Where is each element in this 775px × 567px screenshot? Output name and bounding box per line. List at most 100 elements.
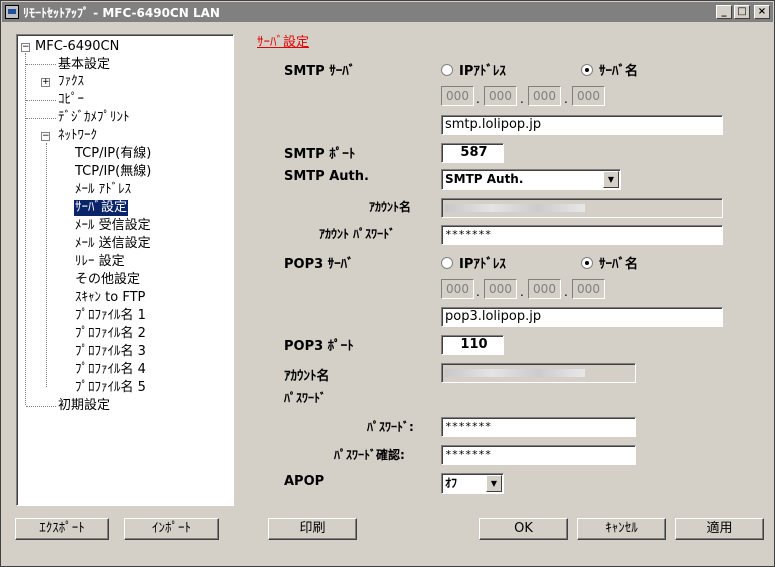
- tree-item-copy[interactable]: ｺﾋﾟｰ: [57, 92, 85, 108]
- ip-separator: .: [476, 92, 480, 106]
- tree-item-profile-2[interactable]: ﾌﾟﾛﾌｧｲﾙ名 2: [74, 326, 147, 342]
- pop3-password-heading: ﾊﾟｽﾜｰﾄﾞ: [284, 391, 327, 405]
- smtp-ip-octet-1[interactable]: 000: [441, 86, 474, 106]
- pop3-server-name-input[interactable]: pop3.lolipop.jp: [441, 307, 723, 327]
- smtp-auth-value: SMTP Auth.: [445, 172, 524, 186]
- tree-item-scan-to-ftp[interactable]: ｽｷｬﾝ to FTP: [74, 290, 146, 306]
- radio-label: IPｱﾄﾞﾚｽ: [459, 257, 506, 272]
- tree-item-profile-3[interactable]: ﾌﾟﾛﾌｧｲﾙ名 3: [74, 344, 147, 360]
- maximize-button[interactable]: □: [734, 5, 750, 19]
- radio-checked-icon: [581, 63, 593, 76]
- title-bar[interactable]: ﾘﾓｰﾄｾｯﾄｱｯﾌﾟ - MFC-6490CN LAN _ □ ×: [2, 2, 773, 22]
- tree-item-mail-address[interactable]: ﾒｰﾙ ｱﾄﾞﾚｽ: [74, 182, 132, 198]
- tree-item-tcpip-wired[interactable]: TCP/IP(有線): [74, 146, 152, 162]
- tree-connector: [25, 53, 26, 405]
- cancel-button[interactable]: ｷｬﾝｾﾙ: [577, 518, 666, 540]
- smtp-radio-ip[interactable]: IPｱﾄﾞﾚｽ: [441, 60, 506, 79]
- tree-connector: [26, 64, 56, 65]
- pop3-server-label: POP3 ｻｰﾊﾞ: [284, 257, 354, 272]
- smtp-password-label: ｱｶｳﾝﾄ ﾊﾟｽﾜｰﾄﾞ: [319, 227, 396, 241]
- tree-item-profile-5[interactable]: ﾌﾟﾛﾌｧｲﾙ名 5: [74, 380, 147, 396]
- pop3-password-input[interactable]: *******: [441, 417, 636, 437]
- pop3-port-label: POP3 ﾎﾟｰﾄ: [284, 339, 354, 354]
- tree-item-basic[interactable]: 基本設定: [57, 57, 111, 73]
- tree-item-initial-setup[interactable]: 初期設定: [57, 398, 111, 414]
- radio-label: IPｱﾄﾞﾚｽ: [459, 64, 506, 79]
- tree-item-profile-1[interactable]: ﾌﾟﾛﾌｧｲﾙ名 1: [74, 308, 147, 324]
- export-button[interactable]: ｴｸｽﾎﾟｰﾄ: [15, 518, 109, 540]
- pop3-radio-server-name[interactable]: ｻｰﾊﾞ名: [581, 253, 638, 272]
- ip-separator: .: [476, 285, 480, 299]
- collapse-network-icon[interactable]: −: [41, 132, 50, 141]
- smtp-port-input[interactable]: 587: [441, 143, 504, 163]
- window-title: ﾘﾓｰﾄｾｯﾄｱｯﾌﾟ - MFC-6490CN LAN: [23, 5, 220, 20]
- smtp-account-label: ｱｶｳﾝﾄ名: [369, 200, 412, 214]
- smtp-server-name-input[interactable]: smtp.lolipop.jp: [441, 115, 723, 135]
- smtp-server-label: SMTP ｻｰﾊﾞ: [284, 64, 356, 79]
- smtp-port-label: SMTP ﾎﾟｰﾄ: [284, 147, 356, 162]
- ip-separator: .: [564, 92, 568, 106]
- apop-label: APOP: [284, 474, 325, 489]
- smtp-ip-octet-4[interactable]: 000: [572, 86, 605, 106]
- redacted-account-name: [445, 369, 585, 377]
- pop3-radio-ip[interactable]: IPｱﾄﾞﾚｽ: [441, 253, 506, 272]
- tree-item-photocapture[interactable]: ﾃﾞｼﾞｶﾒﾌﾟﾘﾝﾄ: [57, 110, 131, 126]
- remote-setup-window: ﾘﾓｰﾄｾｯﾄｱｯﾌﾟ - MFC-6490CN LAN _ □ × − MFC…: [0, 0, 775, 567]
- smtp-auth-label: SMTP Auth.: [284, 169, 369, 184]
- import-button[interactable]: ｲﾝﾎﾟｰﾄ: [124, 518, 219, 540]
- redacted-account-name: [445, 204, 585, 212]
- tree-connector: [26, 406, 56, 407]
- radio-unchecked-icon: [441, 63, 453, 76]
- pop3-port-input[interactable]: 110: [441, 335, 504, 355]
- pop3-ip-octet-4[interactable]: 000: [572, 279, 605, 299]
- smtp-ip-octet-2[interactable]: 000: [484, 86, 517, 106]
- expand-fax-icon[interactable]: +: [41, 78, 50, 87]
- pop3-password-label: ﾊﾟｽﾜｰﾄﾞ:: [367, 420, 414, 434]
- radio-unchecked-icon: [441, 256, 453, 269]
- close-button[interactable]: ×: [754, 5, 770, 19]
- tree-item-misc[interactable]: その他設定: [74, 272, 141, 288]
- radio-checked-icon: [581, 256, 593, 269]
- radio-label: ｻｰﾊﾞ名: [599, 64, 639, 79]
- settings-tree[interactable]: − MFC-6490CN 基本設定 + ﾌｧｸｽ ｺﾋﾟｰ ﾃﾞｼﾞｶﾒﾌﾟﾘﾝ…: [16, 34, 234, 506]
- apop-select[interactable]: ｵﾌ ▼: [441, 473, 504, 494]
- ip-separator: .: [520, 285, 524, 299]
- apply-button[interactable]: 適用: [675, 518, 764, 540]
- pop3-ip-octet-1[interactable]: 000: [441, 279, 474, 299]
- pop3-ip-octet-3[interactable]: 000: [528, 279, 561, 299]
- tree-item-mail-receive[interactable]: ﾒｰﾙ 受信設定: [74, 218, 152, 234]
- smtp-radio-server-name[interactable]: ｻｰﾊﾞ名: [581, 60, 638, 79]
- ip-separator: .: [520, 92, 524, 106]
- section-title: ｻｰﾊﾞ設定: [257, 35, 310, 50]
- dropdown-arrow-icon[interactable]: ▼: [486, 475, 502, 492]
- tree-item-tcpip-wireless[interactable]: TCP/IP(無線): [74, 164, 152, 180]
- pop3-ip-octet-2[interactable]: 000: [484, 279, 517, 299]
- smtp-auth-select[interactable]: SMTP Auth. ▼: [441, 169, 621, 190]
- printer-app-icon: [5, 5, 19, 19]
- ok-button[interactable]: OK: [479, 518, 568, 540]
- ip-separator: .: [564, 285, 568, 299]
- pop3-account-label: ｱｶｳﾝﾄ名: [284, 369, 330, 384]
- tree-root-device[interactable]: MFC-6490CN: [34, 39, 120, 55]
- tree-connector: [46, 143, 47, 387]
- tree-item-profile-4[interactable]: ﾌﾟﾛﾌｧｲﾙ名 4: [74, 362, 147, 378]
- minimize-button[interactable]: _: [716, 5, 732, 19]
- tree-item-fax[interactable]: ﾌｧｸｽ: [57, 74, 85, 90]
- pop3-password-confirm-label: ﾊﾟｽﾜｰﾄﾞ確認:: [334, 448, 405, 462]
- smtp-password-input[interactable]: *******: [441, 225, 723, 245]
- smtp-account-input[interactable]: [441, 198, 723, 218]
- radio-label: ｻｰﾊﾞ名: [599, 257, 639, 272]
- dropdown-arrow-icon[interactable]: ▼: [603, 171, 619, 188]
- print-button[interactable]: 印刷: [268, 518, 357, 540]
- tree-item-server-settings[interactable]: ｻｰﾊﾞ設定: [74, 200, 129, 216]
- apop-value: ｵﾌ: [445, 476, 458, 490]
- smtp-ip-octet-3[interactable]: 000: [528, 86, 561, 106]
- tree-item-relay[interactable]: ﾘﾚｰ 設定: [74, 254, 126, 270]
- tree-connector: [26, 118, 56, 119]
- collapse-root-icon[interactable]: −: [21, 43, 30, 52]
- tree-item-mail-send[interactable]: ﾒｰﾙ 送信設定: [74, 236, 152, 252]
- tree-item-network[interactable]: ﾈｯﾄﾜｰｸ: [57, 128, 98, 144]
- pop3-password-confirm-input[interactable]: *******: [441, 445, 636, 465]
- pop3-account-input[interactable]: [441, 363, 636, 383]
- tree-connector: [26, 100, 56, 101]
